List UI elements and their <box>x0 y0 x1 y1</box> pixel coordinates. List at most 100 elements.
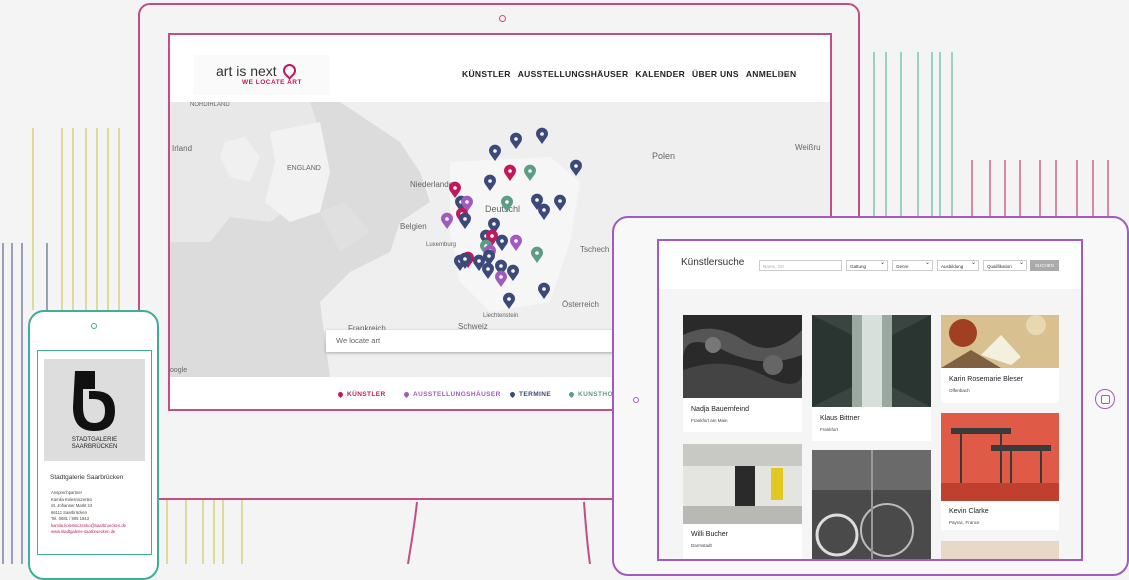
filter-gattung[interactable]: Gattung <box>846 258 888 271</box>
logo-text: art is next <box>216 63 277 79</box>
map-marker-dot <box>514 137 518 141</box>
map-marker-icon[interactable] <box>503 164 516 181</box>
map-marker-dot <box>465 200 469 204</box>
artwork-thumbnail <box>683 444 802 524</box>
filter-ausbildung[interactable]: Ausbildung <box>937 258 979 271</box>
legend-kuenstler[interactable]: KÜNSTLER <box>336 390 386 398</box>
stadtgalerie-logo <box>73 371 115 431</box>
search-button[interactable]: SUCHEN <box>1030 260 1059 271</box>
map-marker-icon[interactable] <box>554 194 566 211</box>
map-marker-icon[interactable] <box>524 164 536 181</box>
logo-tagline: WE LOCATE ART <box>242 79 302 86</box>
map-pin-icon <box>508 390 517 398</box>
site-header: art is next WE LOCATE ART KÜNSTLER AUSST… <box>170 35 830 102</box>
legend-label: KUNSTHO <box>578 391 613 398</box>
map-marker-icon[interactable] <box>538 203 550 220</box>
language-switch[interactable]: EN <box>778 70 789 79</box>
map-marker-icon[interactable] <box>482 262 494 279</box>
artwork-thumbnail <box>683 315 802 398</box>
gallery-logo-text: STADTGALERIE SAARBRÜCKEN <box>44 437 145 451</box>
map-marker-icon[interactable] <box>484 174 496 191</box>
web-link[interactable]: www.stadtgalerie-saarbruecken.de <box>51 529 126 536</box>
map-marker-dot <box>508 169 512 173</box>
map-marker-dot <box>445 217 449 221</box>
map-marker-icon[interactable] <box>496 234 508 251</box>
map-marker-dot <box>505 200 509 204</box>
map-marker-icon[interactable] <box>570 159 582 176</box>
map-marker-icon[interactable] <box>441 212 454 229</box>
artist-card[interactable]: Willi Bucher Darmstadt <box>683 444 802 559</box>
artwork-thumbnail <box>941 413 1059 501</box>
map-marker-icon[interactable] <box>538 282 550 299</box>
map-marker-dot <box>535 251 539 255</box>
legend-ausstellungshaeuser[interactable]: AUSSTELLUNGSHÄUSER <box>402 390 501 398</box>
gallery-logo-image: STADTGALERIE SAARBRÜCKEN <box>44 359 145 461</box>
page-title: Künstlersuche <box>681 257 745 268</box>
map-marker-dot <box>463 257 467 261</box>
map-marker-dot <box>492 222 496 226</box>
map-marker-dot <box>453 186 457 190</box>
map-marker-icon[interactable] <box>531 246 543 263</box>
map-pin-icon <box>336 390 345 398</box>
map-marker-dot <box>514 239 518 243</box>
nav-kuenstler[interactable]: KÜNSTLER <box>462 69 511 79</box>
artwork-thumbnail <box>941 315 1059 368</box>
map-marker-icon[interactable] <box>507 264 519 281</box>
artist-name: Willi Bucher <box>691 531 728 538</box>
nav-kalender[interactable]: KALENDER <box>635 69 685 79</box>
artwork-thumbnail <box>812 450 931 559</box>
phone-device: STADTGALERIE SAARBRÜCKEN Stadtgalerie Sa… <box>28 310 159 580</box>
map-marker-icon[interactable] <box>494 270 507 287</box>
artist-name: Karin Rosemarie Bleser <box>949 376 1023 383</box>
map-marker-dot <box>499 264 503 268</box>
artist-card[interactable] <box>812 450 931 559</box>
map-marker-dot <box>500 239 504 243</box>
filter-genre[interactable]: Genre <box>892 258 933 271</box>
phone-camera <box>91 323 97 329</box>
map-marker-dot <box>542 208 546 212</box>
artist-name: Kevin Clarke <box>949 508 989 515</box>
artist-card[interactable]: Karin Rosemarie Bleser Offenbach <box>941 315 1059 403</box>
nav-ueber-uns[interactable]: ÜBER UNS <box>692 69 739 79</box>
nav-ausstellungshaeuser[interactable]: AUSSTELLUNGSHÄUSER <box>518 69 629 79</box>
artist-search-header: Künstlersuche Name, Ort Gattung Genre Au… <box>659 241 1081 289</box>
artist-card[interactable] <box>941 541 1059 559</box>
site-logo[interactable]: art is next WE LOCATE ART <box>194 55 330 95</box>
tablet-camera <box>633 397 639 403</box>
map-marker-icon[interactable] <box>503 292 515 309</box>
map-marker-icon[interactable] <box>501 195 513 212</box>
map-marker-dot <box>535 198 539 202</box>
map-marker-icon[interactable] <box>488 144 502 161</box>
map-pin-icon <box>567 390 576 398</box>
contact-block: Ansprechpartner Kamila Kolesniczenko St.… <box>51 490 126 536</box>
phone-screen: STADTGALERIE SAARBRÜCKEN Stadtgalerie Sa… <box>37 350 152 555</box>
legend-termine[interactable]: TERMINE <box>508 390 551 398</box>
artist-place: Frankfurt <box>820 427 839 432</box>
artist-card[interactable]: Nadja Bauernfeind Frankfurt am Main <box>683 315 802 432</box>
map-marker-dot <box>528 169 532 173</box>
filter-qualifikation[interactable]: Qualifikation <box>983 258 1027 271</box>
map-marker-dot <box>540 132 544 136</box>
map-marker-dot <box>507 297 511 301</box>
map-pin-icon <box>280 61 299 80</box>
map-marker-dot <box>477 259 481 263</box>
main-nav: KÜNSTLER AUSSTELLUNGSHÄUSER KALENDER ÜBE… <box>462 69 796 79</box>
map-marker-icon[interactable] <box>536 127 548 144</box>
map-search-input[interactable]: We locate art <box>326 330 626 352</box>
home-button-icon[interactable] <box>1095 389 1115 409</box>
search-input[interactable]: Name, Ort <box>759 260 842 271</box>
map-marker-icon[interactable] <box>458 212 471 229</box>
map-marker-dot <box>463 217 467 221</box>
map-marker-icon[interactable] <box>510 132 522 149</box>
map-marker-icon[interactable] <box>510 234 522 251</box>
artist-card[interactable]: Klaus Bittner Frankfurt <box>812 315 931 441</box>
map-marker-dot <box>493 149 497 153</box>
artist-place: Darmstadt <box>691 543 712 548</box>
legend-kunsthochschulen[interactable]: KUNSTHO <box>567 390 613 398</box>
map-marker-dot <box>486 267 490 271</box>
monitor-camera <box>499 15 506 22</box>
map-marker-dot <box>558 199 562 203</box>
artist-card[interactable]: Kevin Clarke Payrac, France <box>941 413 1059 530</box>
map-marker-dot <box>499 275 503 279</box>
map-marker-icon[interactable] <box>449 181 461 198</box>
